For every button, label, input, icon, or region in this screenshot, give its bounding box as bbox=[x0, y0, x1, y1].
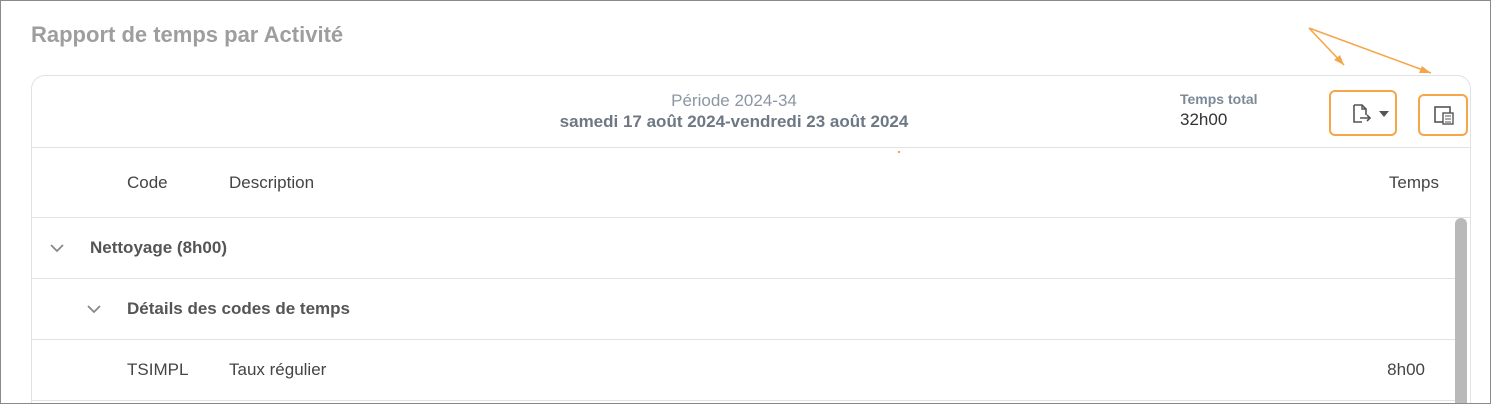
total-time: Temps total 32h00 bbox=[1180, 91, 1258, 131]
vertical-scrollbar[interactable] bbox=[1455, 218, 1467, 403]
report-header: Période 2024-34 samedi 17 août 2024-vend… bbox=[32, 76, 1470, 148]
page-title: Rapport de temps par Activité bbox=[31, 22, 344, 47]
chevron-down-icon[interactable] bbox=[87, 305, 101, 314]
subgroup-row-details[interactable]: Détails des codes de temps bbox=[32, 279, 1456, 340]
row-time: 8h00 bbox=[1387, 360, 1425, 379]
total-time-value: 32h00 bbox=[1180, 110, 1228, 129]
report-card: Période 2024-34 samedi 17 août 2024-vend… bbox=[31, 75, 1471, 403]
row-description: Taux régulier bbox=[229, 360, 327, 379]
total-time-label: Temps total bbox=[1180, 91, 1258, 107]
group-row-nettoyage[interactable]: Nettoyage (8h00) bbox=[32, 218, 1456, 279]
column-header-description[interactable]: Description bbox=[229, 173, 314, 193]
table-header-row: Code Description Temps bbox=[32, 147, 1470, 218]
chevron-down-icon[interactable] bbox=[50, 244, 64, 253]
export-button[interactable] bbox=[1329, 90, 1397, 136]
column-header-code[interactable]: Code bbox=[127, 173, 168, 193]
export-file-icon bbox=[1353, 104, 1372, 123]
table-row[interactable]: TSIMPL Taux régulier 8h00 bbox=[32, 340, 1456, 401]
row-code: TSIMPL bbox=[127, 360, 189, 379]
column-settings-icon bbox=[1434, 106, 1454, 125]
column-header-time[interactable]: Temps bbox=[1389, 173, 1439, 193]
subgroup-label: Détails des codes de temps bbox=[127, 299, 350, 318]
column-settings-button[interactable] bbox=[1418, 94, 1468, 136]
caret-down-icon bbox=[1379, 111, 1389, 117]
report-window: Rapport de temps par Activité Période 20… bbox=[0, 0, 1491, 404]
group-label: Nettoyage (8h00) bbox=[90, 238, 227, 257]
